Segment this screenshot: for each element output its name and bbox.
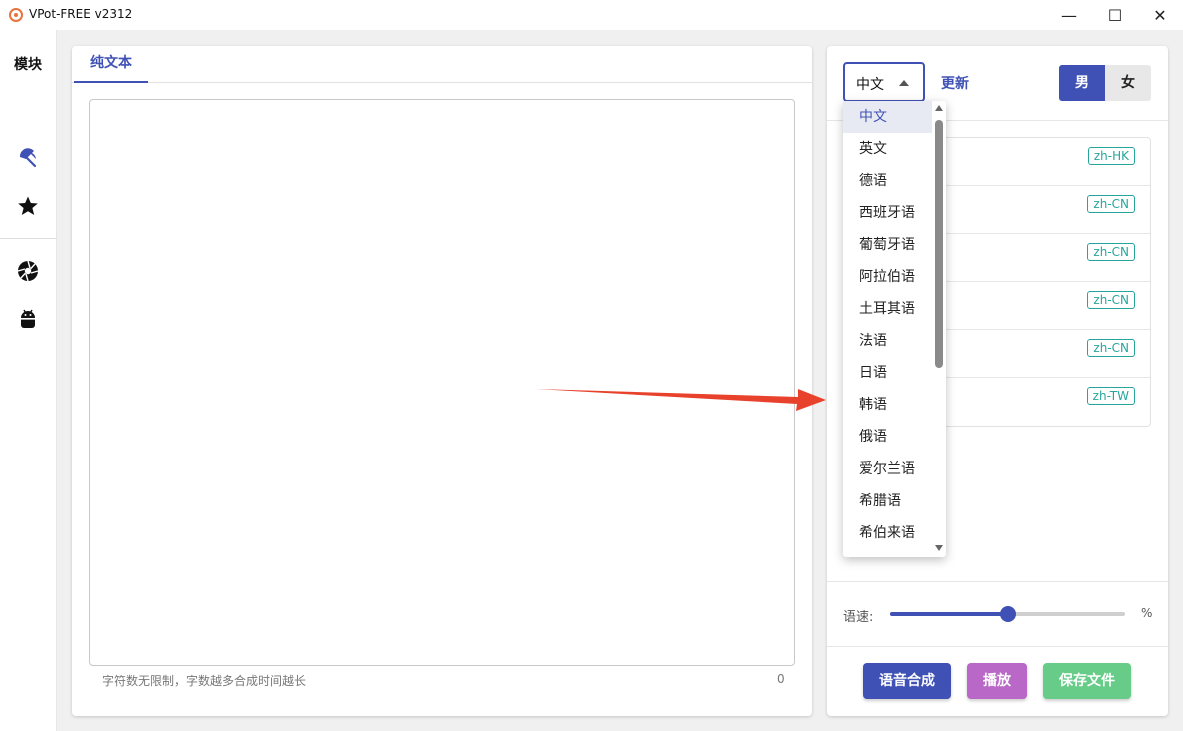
language-option[interactable]: 土耳其语 <box>843 293 932 325</box>
voice-locale-badge: zh-TW <box>1086 387 1135 405</box>
language-option[interactable]: 日语 <box>843 357 932 389</box>
speed-unit: % <box>1141 606 1153 620</box>
language-option[interactable]: 俄语 <box>843 421 932 453</box>
annotation-arrow-icon <box>536 389 826 411</box>
char-count: 0 <box>777 672 785 686</box>
close-icon: ✕ <box>1153 5 1167 25</box>
speed-slider-thumb[interactable] <box>999 606 1016 622</box>
tab-plain-text[interactable]: 纯文本 <box>74 46 148 83</box>
gender-female-button[interactable]: 女 <box>1105 65 1151 101</box>
save-file-button[interactable]: 保存文件 <box>1043 663 1131 699</box>
voice-locale-badge: zh-HK <box>1087 147 1135 165</box>
language-option[interactable]: 中文 <box>843 101 932 133</box>
sidebar-title: 模块 <box>14 57 42 73</box>
speed-label: 语速: <box>843 610 874 625</box>
speed-slider[interactable] <box>890 606 1125 622</box>
language-option[interactable]: 希伯来语 <box>843 517 932 549</box>
language-dropdown: 中文 英文 德语 西班牙语 葡萄牙语 阿拉伯语 土耳其语 法语 日语 韩语 俄语… <box>843 101 946 557</box>
char-limit-hint: 字符数无限制，字数越多合成时间越长 <box>102 674 307 688</box>
sidebar: 模块 <box>0 30 57 731</box>
speed-slider-fill <box>890 612 1008 616</box>
tab-bar: 纯文本 <box>72 46 812 83</box>
actions-divider <box>827 646 1168 647</box>
minimize-button[interactable]: — <box>1046 0 1092 30</box>
minimize-icon: — <box>1061 5 1077 25</box>
scroll-down-icon[interactable] <box>935 545 943 551</box>
play-button[interactable]: 播放 <box>967 663 1027 699</box>
voice-locale-badge: zh-CN <box>1087 291 1135 309</box>
voice-locale-badge: zh-CN <box>1087 339 1135 357</box>
language-option[interactable]: 英文 <box>843 133 932 165</box>
caret-up-icon <box>899 80 909 86</box>
language-option[interactable]: 法语 <box>843 325 932 357</box>
update-button[interactable]: 更新 <box>941 73 969 93</box>
language-selected-value: 中文 <box>856 77 884 93</box>
close-button[interactable]: ✕ <box>1137 0 1183 30</box>
window-title: VPot-FREE v2312 <box>29 7 133 21</box>
language-option[interactable]: 爱尔兰语 <box>843 453 932 485</box>
speed-divider <box>827 581 1168 582</box>
aperture-icon[interactable] <box>16 259 40 283</box>
language-select[interactable]: 中文 <box>843 62 925 102</box>
gender-toggle: 男 女 <box>1059 65 1151 101</box>
synthesize-button[interactable]: 语音合成 <box>863 663 951 699</box>
maximize-icon: ☐ <box>1107 5 1123 25</box>
sidebar-divider <box>0 238 57 239</box>
dropdown-scrollbar[interactable] <box>932 101 946 557</box>
app-logo-icon <box>9 8 23 22</box>
umbrella-icon[interactable] <box>16 146 40 170</box>
voice-locale-badge: zh-CN <box>1087 243 1135 261</box>
android-icon[interactable] <box>16 307 40 331</box>
language-option[interactable]: 葡萄牙语 <box>843 229 932 261</box>
voice-locale-badge: zh-CN <box>1087 195 1135 213</box>
language-option[interactable]: 德语 <box>843 165 932 197</box>
star-icon[interactable] <box>16 194 40 218</box>
gender-male-button[interactable]: 男 <box>1059 65 1105 101</box>
scroll-up-icon[interactable] <box>935 105 943 111</box>
language-option[interactable]: 韩语 <box>843 389 932 421</box>
language-option[interactable]: 阿拉伯语 <box>843 261 932 293</box>
title-bar: VPot-FREE v2312 — ☐ ✕ <box>0 0 1183 30</box>
maximize-button[interactable]: ☐ <box>1092 0 1138 30</box>
language-option[interactable]: 西班牙语 <box>843 197 932 229</box>
scrollbar-thumb[interactable] <box>935 120 943 368</box>
language-option[interactable]: 希腊语 <box>843 485 932 517</box>
